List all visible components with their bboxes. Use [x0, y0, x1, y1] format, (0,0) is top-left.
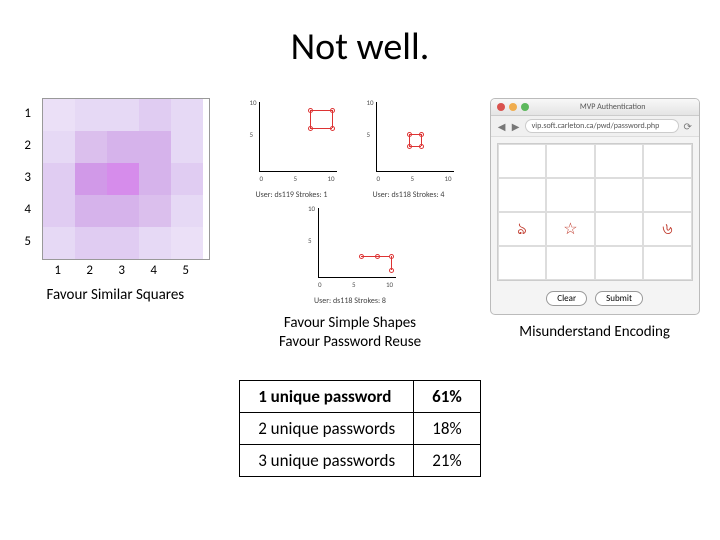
grid-cell[interactable] — [498, 246, 547, 280]
heatmap-cell — [107, 163, 139, 195]
grid-cell[interactable] — [595, 144, 644, 178]
scatter-plot-1: 10 5 0 5 10 — [241, 98, 341, 188]
heatmap-cell — [75, 227, 107, 259]
heatmap-cell — [107, 227, 139, 259]
caption-mid-line2: Favour Password Reuse — [279, 333, 421, 351]
sketch-3: ৬ — [662, 216, 672, 243]
table-cell-pct: 18% — [414, 412, 481, 444]
heatmap-cell — [43, 163, 75, 195]
caption-right: Misunderstand Encoding — [519, 323, 670, 342]
y-tick: 1 — [24, 106, 31, 121]
grid-cell[interactable]: ☆ — [546, 212, 595, 246]
x-tick: 2 — [86, 263, 93, 278]
submit-button[interactable]: Submit — [595, 291, 643, 306]
scatter-label-3: User: ds118 Strokes: 8 — [300, 296, 400, 306]
table-cell-label: 1 unique password — [240, 380, 414, 412]
grid-cell[interactable]: ঌ — [498, 212, 547, 246]
x-tick: 1 — [54, 263, 61, 278]
reload-icon[interactable]: ⟳ — [683, 121, 693, 131]
heatmap-cell — [43, 131, 75, 163]
heatmap-cell — [107, 131, 139, 163]
heatmap-cell — [107, 99, 139, 131]
heatmap-cell — [43, 227, 75, 259]
grid-cell[interactable] — [643, 144, 692, 178]
grid-cell[interactable] — [546, 178, 595, 212]
grid-cell[interactable] — [595, 178, 644, 212]
y-tick: 2 — [24, 138, 31, 153]
heatmap-cell — [43, 195, 75, 227]
caption-mid-line1: Favour Simple Shapes — [284, 314, 416, 332]
grid-cell[interactable] — [643, 246, 692, 280]
table-row: 2 unique passwords18% — [240, 412, 481, 444]
maximize-icon[interactable] — [521, 103, 529, 111]
scatter-panels: 10 5 0 5 10 User: ds119 Strokes: 1 — [235, 98, 465, 306]
window-title: MVP Authentication — [533, 102, 693, 112]
browser-titlebar: MVP Authentication — [491, 99, 699, 116]
heatmap-cell — [75, 131, 107, 163]
grid-cell[interactable]: ৬ — [643, 212, 692, 246]
heatmap-cell — [139, 195, 171, 227]
password-grid[interactable]: ঌ ☆ ৬ — [497, 143, 693, 281]
heatmap-cell — [75, 99, 107, 131]
grid-cell[interactable] — [498, 178, 547, 212]
heatmap-cell — [139, 99, 171, 131]
y-tick: 5 — [24, 234, 31, 249]
page-title: Not well. — [0, 0, 720, 70]
heatmap-cell — [139, 163, 171, 195]
heatmap-cell — [43, 99, 75, 131]
grid-cell[interactable] — [595, 212, 644, 246]
scatter-plot-2: 10 5 0 5 10 — [358, 98, 458, 188]
heatmap-cell — [171, 195, 203, 227]
x-tick: 3 — [118, 263, 125, 278]
heatmap-cell — [139, 131, 171, 163]
heatmap-cell — [171, 163, 203, 195]
scatter-plot-3: 10 5 0 5 10 — [300, 204, 400, 294]
password-table: 1 unique password61% 2 unique passwords1… — [239, 380, 481, 477]
table-cell-pct: 61% — [414, 380, 481, 412]
y-tick: 4 — [24, 202, 31, 217]
heatmap-cell — [75, 163, 107, 195]
heatmap-column: 1 2 3 4 5 1 2 3 4 5 Favour Similar Squares — [20, 98, 210, 305]
back-icon[interactable]: ◀ — [497, 121, 507, 131]
x-tick: 4 — [150, 263, 157, 278]
browser-toolbar: ◀ ▶ vip.soft.carleton.ca/pwd/password.ph… — [491, 116, 699, 137]
scatter-label-2: User: ds118 Strokes: 4 — [358, 190, 458, 200]
grid-cell[interactable] — [595, 246, 644, 280]
forward-icon[interactable]: ▶ — [511, 121, 521, 131]
heatmap-cell — [171, 131, 203, 163]
browser-column: MVP Authentication ◀ ▶ vip.soft.carleton… — [490, 98, 700, 342]
heatmap-cell — [171, 99, 203, 131]
minimize-icon[interactable] — [509, 103, 517, 111]
url-field[interactable]: vip.soft.carleton.ca/pwd/password.php — [525, 119, 679, 133]
heatmap-cell — [107, 195, 139, 227]
heatmap-cell — [75, 195, 107, 227]
grid-cell[interactable] — [546, 144, 595, 178]
table-cell-label: 3 unique passwords — [240, 444, 414, 476]
caption-mid: Favour Simple Shapes Favour Password Reu… — [279, 314, 421, 352]
browser-window: MVP Authentication ◀ ▶ vip.soft.carleton… — [490, 98, 700, 315]
x-tick: 5 — [182, 263, 189, 278]
table-row: 1 unique password61% — [240, 380, 481, 412]
table-row: 3 unique passwords21% — [240, 444, 481, 476]
table-cell-label: 2 unique passwords — [240, 412, 414, 444]
heatmap: 1 2 3 4 5 1 2 3 4 5 — [20, 98, 210, 278]
sketch-1: ঌ — [517, 216, 527, 243]
close-icon[interactable] — [497, 103, 505, 111]
figures-row: 1 2 3 4 5 1 2 3 4 5 Favour Similar Squares — [0, 70, 720, 362]
table-cell-pct: 21% — [414, 444, 481, 476]
grid-cell[interactable] — [546, 246, 595, 280]
grid-cell[interactable] — [643, 178, 692, 212]
scatter-column: 10 5 0 5 10 User: ds119 Strokes: 1 — [235, 98, 465, 352]
clear-button[interactable]: Clear — [546, 291, 587, 306]
heatmap-cell — [171, 227, 203, 259]
heatmap-cell — [139, 227, 171, 259]
grid-cell[interactable] — [498, 144, 547, 178]
scatter-label-1: User: ds119 Strokes: 1 — [241, 190, 341, 200]
sketch-2: ☆ — [563, 219, 577, 239]
caption-left: Favour Similar Squares — [46, 286, 184, 305]
y-tick: 3 — [24, 170, 31, 185]
